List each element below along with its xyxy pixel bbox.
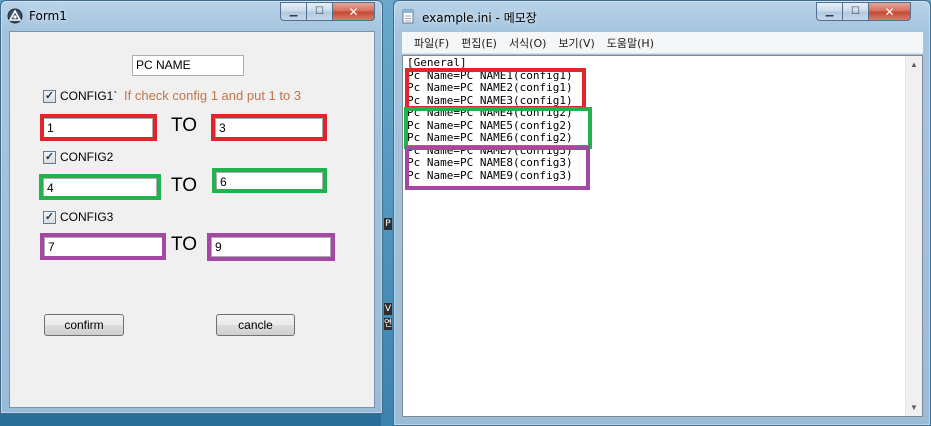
config1-label: CONFIG1`: [60, 89, 118, 103]
config1-to-input[interactable]: 3: [215, 118, 323, 138]
config3-to-input[interactable]: 9: [211, 237, 331, 257]
menu-view[interactable]: 보기(V): [552, 35, 600, 51]
notepad-title: example.ini - 메모장: [422, 11, 537, 25]
scroll-down-button[interactable]: ▼: [906, 399, 922, 416]
config3-label: CONFIG3: [60, 210, 114, 224]
notepad-maximize-button[interactable]: ☐: [842, 2, 868, 21]
text-line: Pc Name=PC NAME2(config1): [407, 81, 573, 94]
notepad-text-editor[interactable]: [General] Pc Name=PC NAME1(config1) Pc Nam…: [402, 55, 923, 417]
confirm-button[interactable]: confirm: [44, 314, 124, 336]
notepad-minimize-button[interactable]: ▁: [816, 2, 842, 21]
config2-checkbox[interactable]: ✓: [43, 150, 56, 164]
menu-file[interactable]: 파일(F): [408, 35, 455, 51]
config3-checkbox-row[interactable]: ✓ CONFIG3: [43, 210, 113, 224]
config2-checkbox-row[interactable]: ✓ CONFIG2: [43, 150, 113, 164]
config2-label: CONFIG2: [60, 150, 114, 164]
desktop-glyph-v: V: [384, 303, 392, 315]
notepad-icon: [402, 9, 414, 24]
form1-title: Form1: [29, 9, 67, 23]
config2-to-label: TO: [171, 175, 198, 196]
text-line: Pc Name=PC NAME4(config2): [407, 106, 573, 119]
config2-to-input[interactable]: 6: [216, 172, 323, 191]
vertical-scrollbar[interactable]: ▲ ▼: [905, 56, 922, 416]
minimize-icon: ▁: [825, 6, 834, 17]
app-icon: [7, 8, 23, 24]
config3-to-label: TO: [171, 234, 198, 255]
form1-maximize-button[interactable]: ☐: [306, 2, 332, 21]
form1-minimize-button[interactable]: ▁: [280, 2, 306, 21]
scroll-up-icon: ▲: [910, 60, 918, 69]
config3-checkbox[interactable]: ✓: [43, 210, 56, 224]
form1-caption-buttons: ▁ ☐ ✕: [280, 2, 375, 21]
notepad-window: example.ini - 메모장 ▁ ☐ ✕ 파일(F) 편집(E) 서식(O…: [393, 0, 931, 426]
pc-name-input[interactable]: PC NAME: [132, 55, 244, 76]
form1-titlebar[interactable]: Form1 ▁ ☐ ✕: [1, 1, 382, 31]
text-line: Pc Name=PC NAME8(config3): [407, 156, 573, 169]
form1-client-area: PC NAME ✓ CONFIG1` If check config 1 and…: [9, 31, 375, 408]
config1-checkbox-row[interactable]: ✓ CONFIG1`: [43, 89, 117, 103]
config1-checkbox[interactable]: ✓: [43, 89, 56, 103]
close-icon: ✕: [348, 4, 359, 19]
maximize-icon: ☐: [851, 6, 860, 17]
text-line: Pc Name=PC NAME9(config3): [407, 168, 573, 182]
config1-note: If check config 1 and put 1 to 3: [124, 88, 302, 103]
form1-close-button[interactable]: ✕: [332, 2, 375, 21]
text-line: Pc Name=PC NAME6(config2): [407, 131, 573, 144]
cancel-button[interactable]: cancle: [216, 314, 295, 336]
scroll-down-icon: ▼: [910, 403, 918, 412]
desktop-glyph-p: P: [384, 218, 392, 230]
config3-from-input[interactable]: 7: [44, 237, 163, 257]
notepad-titlebar[interactable]: example.ini - 메모장 ▁ ☐ ✕: [394, 1, 930, 31]
notepad-caption-buttons: ▁ ☐ ✕: [816, 2, 911, 21]
scroll-up-button[interactable]: ▲: [906, 56, 922, 73]
menu-help[interactable]: 도움말(H): [601, 35, 660, 51]
form1-window: Form1 ▁ ☐ ✕ PC NAME ✓ CONFIG1` If check …: [0, 0, 383, 414]
config2-from-input[interactable]: 4: [43, 178, 157, 197]
maximize-icon: ☐: [315, 6, 324, 17]
desktop-glyph-korean: 연: [384, 318, 393, 330]
minimize-icon: ▁: [289, 6, 298, 17]
config1-to-label: TO: [171, 115, 198, 136]
menu-format[interactable]: 서식(O): [503, 35, 552, 51]
config1-from-input[interactable]: 1: [43, 118, 153, 138]
text-line: [General]: [407, 56, 467, 69]
menu-edit[interactable]: 편집(E): [455, 35, 503, 51]
close-icon: ✕: [884, 4, 895, 19]
notepad-text-content[interactable]: [General] Pc Name=PC NAME1(config1) Pc Nam…: [407, 56, 904, 398]
notepad-menubar: 파일(F) 편집(E) 서식(O) 보기(V) 도움말(H): [402, 32, 923, 54]
notepad-close-button[interactable]: ✕: [868, 2, 911, 21]
